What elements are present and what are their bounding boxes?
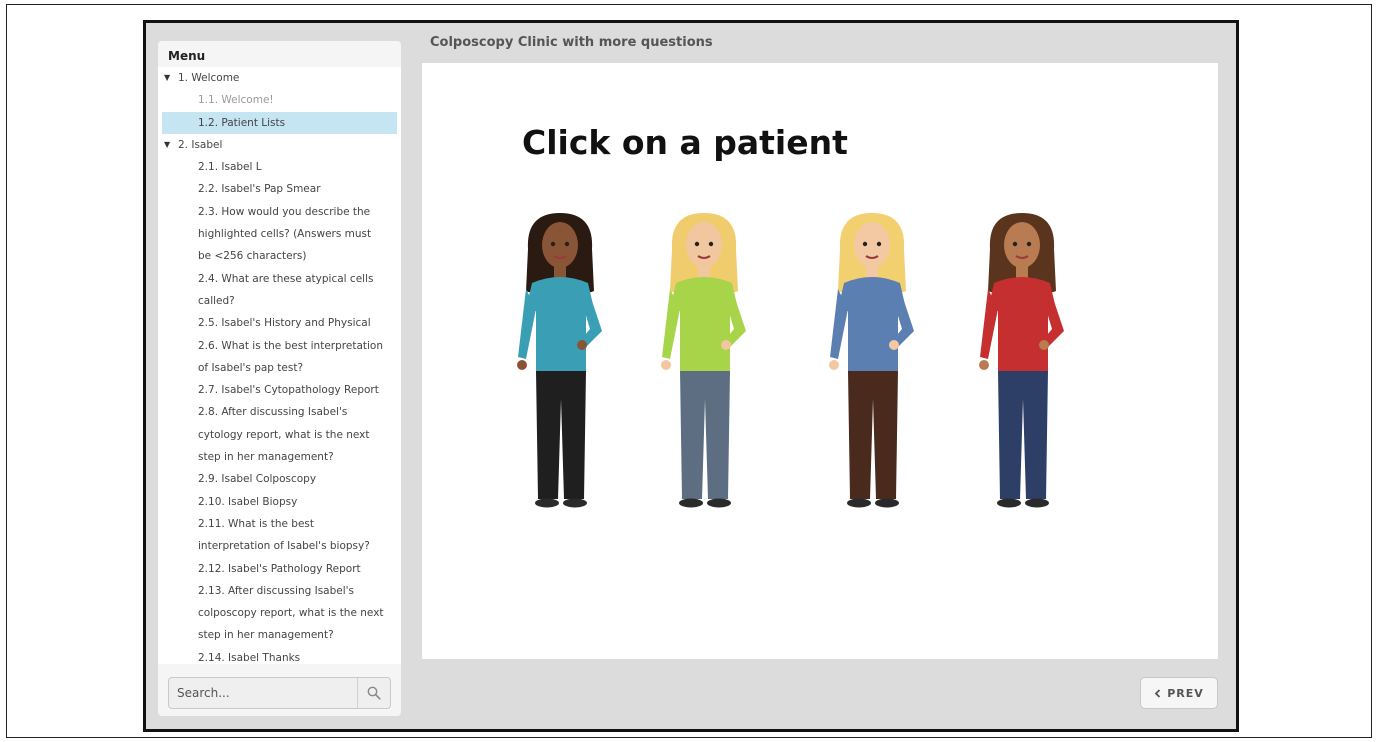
prev-button[interactable]: PREV xyxy=(1140,677,1218,709)
menu-item-label: 2.13. After discussing Isabel's xyxy=(198,584,355,597)
menu-item[interactable]: highlighted cells? (Answers must xyxy=(158,223,401,245)
menu-item-label: be <256 characters) xyxy=(198,250,307,263)
menu-item[interactable]: interpretation of Isabel's biopsy? xyxy=(158,535,401,557)
menu-item[interactable]: 2.4. What are these atypical cells xyxy=(158,268,401,290)
menu-item-label: 2.4. What are these atypical cells xyxy=(198,272,374,285)
menu-item-label: 2.10. Isabel Biopsy xyxy=(198,495,298,508)
menu-item-label: 2.9. Isabel Colposcopy xyxy=(198,473,317,486)
menu-item[interactable]: of Isabel's pap test? xyxy=(158,357,401,379)
search-input[interactable] xyxy=(169,678,357,708)
menu-item[interactable]: 2.9. Isabel Colposcopy xyxy=(158,468,401,490)
menu-item-label: 2. Isabel xyxy=(178,138,223,151)
patient-figure xyxy=(517,213,602,508)
menu-item-label: 2.7. Isabel's Cytopathology Report xyxy=(198,384,379,397)
menu-item-label: 1. Welcome xyxy=(178,72,240,84)
menu-item[interactable]: 2.6. What is the best interpretation xyxy=(158,335,401,357)
menu-item[interactable]: 2.10. Isabel Biopsy xyxy=(158,491,401,513)
search-box xyxy=(168,677,391,709)
patient-figure xyxy=(829,213,914,508)
menu-section[interactable]: ▼ 1. Welcome xyxy=(158,67,401,89)
menu-item-label: step in her management? xyxy=(198,629,334,642)
patient-1[interactable] xyxy=(514,209,614,517)
menu-item[interactable]: 2.1. Isabel L xyxy=(158,156,401,178)
menu-item[interactable]: 2.14. Isabel Thanks xyxy=(158,647,401,664)
menu-item[interactable]: step in her management? xyxy=(158,446,401,468)
patient-4[interactable] xyxy=(976,209,1076,517)
menu-item-label: 2.5. Isabel's History and Physical xyxy=(198,317,371,330)
menu-tab[interactable]: Menu xyxy=(158,41,212,69)
menu-item-label: 2.1. Isabel L xyxy=(198,161,262,174)
menu-item[interactable]: step in her management? xyxy=(158,624,401,646)
menu-item-label: 2.12. Isabel's Pathology Report xyxy=(198,562,361,575)
menu-item[interactable]: 2.12. Isabel's Pathology Report xyxy=(158,558,401,580)
menu-item-label: 1.2. Patient Lists xyxy=(198,116,286,129)
menu-item[interactable]: 2.8. After discussing Isabel's xyxy=(158,401,401,423)
menu-item-label: 2.14. Isabel Thanks xyxy=(198,651,301,664)
menu-item[interactable]: 2.5. Isabel's History and Physical xyxy=(158,312,401,334)
course-player: Menu ▼ 1. Welcome 1.1. Welcome! 1.2. Patien… xyxy=(143,20,1239,732)
menu-item[interactable]: be <256 characters) xyxy=(158,245,401,267)
search-icon xyxy=(367,686,381,700)
patient-figure xyxy=(661,213,746,508)
menu-item-label: 2.2. Isabel's Pap Smear xyxy=(198,183,321,196)
menu-item-label: 2.6. What is the best interpretation xyxy=(198,339,383,352)
menu-item-label: 2.3. How would you describe the xyxy=(198,205,371,218)
chevron-left-icon xyxy=(1154,688,1161,698)
menu-item[interactable]: 1.2. Patient Lists xyxy=(162,111,397,134)
menu-item[interactable]: called? xyxy=(158,290,401,312)
slide-content: Click on a patient xyxy=(422,63,1218,659)
menu-item-label: step in her management? xyxy=(198,451,334,464)
menu-item-label: 1.1. Welcome! xyxy=(198,94,274,107)
menu-item[interactable]: 2.2. Isabel's Pap Smear xyxy=(158,178,401,200)
slide-heading: Click on a patient xyxy=(522,123,848,162)
search-button[interactable] xyxy=(357,678,390,708)
menu-item[interactable]: 2.7. Isabel's Cytopathology Report xyxy=(158,379,401,401)
menu-item-label: colposcopy report, what is the next xyxy=(198,607,384,620)
menu-item-label: interpretation of Isabel's biopsy? xyxy=(198,540,370,553)
menu-item[interactable]: 1.1. Welcome! xyxy=(158,89,401,111)
menu-item-label: 2.8. After discussing Isabel's xyxy=(198,406,348,419)
course-title: Colposcopy Clinic with more questions xyxy=(430,35,713,50)
sidebar: Menu ▼ 1. Welcome 1.1. Welcome! 1.2. Patien… xyxy=(158,41,401,716)
menu-item[interactable]: colposcopy report, what is the next xyxy=(158,602,401,624)
menu-item-label: cytology report, what is the next xyxy=(198,428,370,441)
patient-2[interactable] xyxy=(658,209,758,517)
menu-item[interactable]: 2.13. After discussing Isabel's xyxy=(158,580,401,602)
menu-item[interactable]: 2.3. How would you describe the xyxy=(158,201,401,223)
menu-item-label: called? xyxy=(198,294,235,307)
menu-item-label: highlighted cells? (Answers must xyxy=(198,228,372,241)
menu-item[interactable]: cytology report, what is the next xyxy=(158,424,401,446)
patient-figure xyxy=(979,213,1064,508)
menu-list[interactable]: ▼ 1. Welcome 1.1. Welcome! 1.2. Patient Lis… xyxy=(158,67,401,664)
menu-item[interactable]: 2.11. What is the best xyxy=(158,513,401,535)
caret-down-icon[interactable]: ▼ xyxy=(164,134,178,156)
patient-3[interactable] xyxy=(826,209,926,517)
caret-down-icon[interactable]: ▼ xyxy=(164,67,178,89)
prev-label: PREV xyxy=(1167,686,1204,700)
menu-section[interactable]: ▼ 2. Isabel xyxy=(158,134,401,156)
menu-item-label: 2.11. What is the best xyxy=(198,517,314,530)
menu-item-label: of Isabel's pap test? xyxy=(198,361,304,374)
